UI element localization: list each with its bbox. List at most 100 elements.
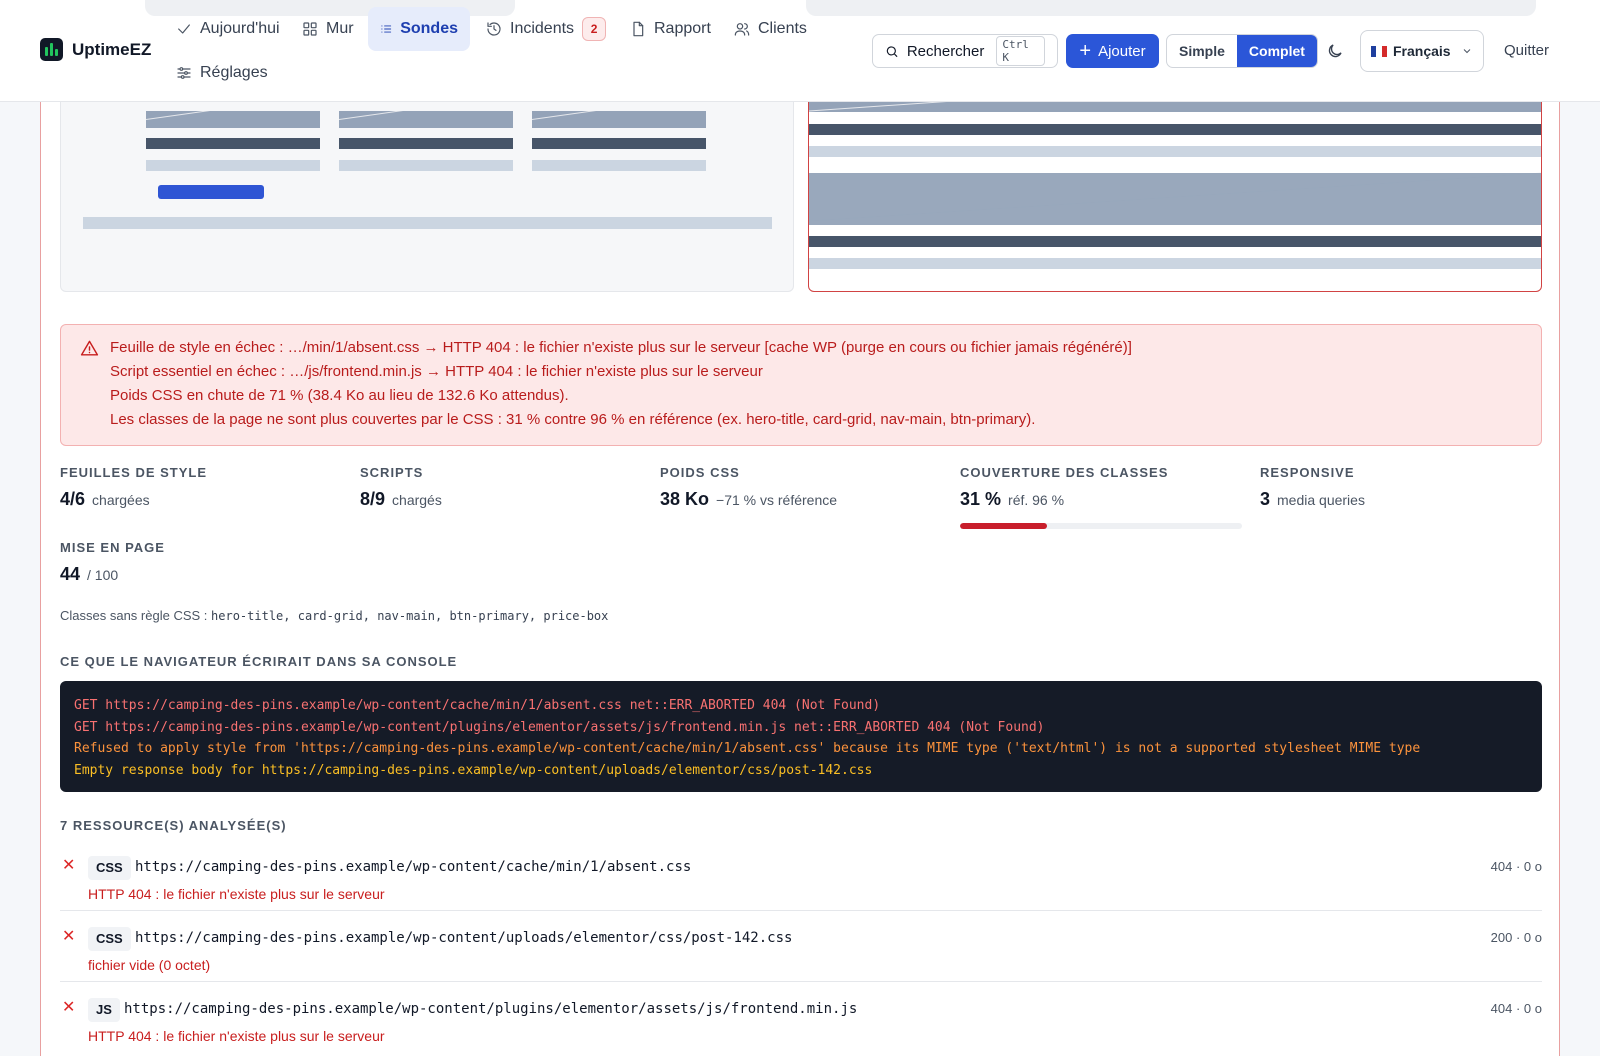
dark-mode-toggle[interactable] [1326,42,1344,60]
alert-line: Script essentiel en échec : …/js/fronten… [110,363,763,380]
search-icon [886,45,898,57]
quit-button[interactable]: Quitter [1504,42,1549,59]
console-line: Refused to apply style from 'https://cam… [74,741,1421,756]
nav-incidents[interactable]: Incidents 2 [474,7,618,51]
current-preview-broken [808,70,1542,292]
stat-value: 38 Ko [660,489,710,509]
history-icon [487,22,501,36]
coverage-bar [960,523,1242,529]
resource-row[interactable]: ✕ JS https://camping-des-pins.example/wp… [60,983,1542,1053]
alert-line: Les classes de la page ne sont plus couv… [110,411,1036,428]
resource-type-badge: JS [88,998,120,1022]
moon-icon [1328,44,1342,58]
stat-label: SCRIPTS [360,465,424,480]
console-output: GET https://camping-des-pins.example/wp-… [60,681,1542,792]
orphan-classes-label: Classes sans règle CSS : [60,608,208,623]
stat-label: COUVERTURE DES CLASSES [960,465,1169,480]
nav-clients[interactable]: Clients [722,7,819,51]
resource-url[interactable]: https://camping-des-pins.example/wp-cont… [135,930,792,946]
stat-coverage: COUVERTURE DES CLASSES 31 % réf. 96 % [960,465,1242,529]
console-title: CE QUE LE NAVIGATEUR ÉCRIRAIT DANS SA CO… [60,654,458,669]
resource-url[interactable]: https://camping-des-pins.example/wp-cont… [124,1001,857,1017]
nav-label: Sondes [400,20,458,37]
stat-suffix: / 100 [87,567,119,583]
resource-url[interactable]: https://camping-des-pins.example/wp-cont… [135,859,691,875]
nav-label: Aujourd'hui [200,20,280,37]
nav-settings[interactable]: Réglages [164,51,280,95]
nav-label: Rapport [654,20,711,37]
nav-probes[interactable]: Sondes [368,7,470,51]
stat-suffix: −71 % vs référence [716,492,838,508]
view-mode-toggle: Simple Complet [1166,34,1318,68]
error-x-icon: ✕ [62,928,76,945]
add-button[interactable]: + Ajouter [1066,34,1159,68]
reference-preview [60,70,794,292]
french-flag-icon [1371,45,1387,57]
resource-error: HTTP 404 : le fichier n'existe plus sur … [88,886,385,902]
brand[interactable]: UptimeEZ [40,38,151,61]
mock-button [158,185,264,199]
error-x-icon: ✕ [62,999,76,1016]
list-icon [381,25,392,33]
logo-icon [40,38,63,61]
incidents-count-badge: 2 [582,17,607,41]
probe-detail-panel: Feuille de style en échec : …/min/1/abse… [40,60,1560,1056]
nav-label: Mur [326,20,354,37]
plus-icon: + [1079,40,1092,62]
nav-report[interactable]: Rapport [618,7,723,51]
resource-row[interactable]: ✕ CSS https://camping-des-pins.example/w… [60,912,1542,982]
resource-error: HTTP 404 : le fichier n'existe plus sur … [88,1028,385,1044]
document-icon [633,21,644,37]
console-line: Empty response body for https://camping-… [74,762,873,778]
search-label: Rechercher [906,42,985,60]
stat-label: FEUILLES DE STYLE [60,465,208,480]
alert-line: Poids CSS en chute de 71 % (38.4 Ko au l… [110,387,569,404]
chevron-down-icon [1463,49,1471,54]
stat-value: 3 [1260,489,1271,509]
stat-suffix: media queries [1277,492,1365,508]
users-icon [734,23,750,36]
nav-wall[interactable]: Mur [290,7,366,51]
view-full-button[interactable]: Complet [1236,35,1317,67]
scrolled-content-shadow [806,0,1536,16]
view-simple-button[interactable]: Simple [1167,35,1237,67]
resource-meta: 404 · 0 o [1490,859,1542,874]
language-select[interactable]: Français [1360,30,1484,72]
orphan-classes: Classes sans règle CSS : hero-title, car… [60,608,608,623]
check-icon [178,24,190,34]
nav-label: Incidents [510,20,575,37]
resource-meta: 200 · 0 o [1490,930,1542,945]
stat-scripts: SCRIPTS 8/9 chargés [360,465,442,510]
search-button[interactable]: Rechercher Ctrl K [872,34,1058,68]
stat-label: MISE EN PAGE [60,540,165,555]
top-navigation-bar: UptimeEZ Aujourd'hui Mur Sondes Incident… [0,0,1600,102]
resource-error: fichier vide (0 octet) [88,957,211,973]
stat-stylesheets: FEUILLES DE STYLE 4/6 chargées [60,465,207,510]
console-line: GET https://camping-des-pins.example/wp-… [74,698,881,713]
failure-alert: Feuille de style en échec : …/min/1/abse… [60,324,1542,446]
stat-responsive: RESPONSIVE 3 media queries [1260,465,1365,510]
nav-today[interactable]: Aujourd'hui [164,7,292,51]
error-x-icon: ✕ [62,857,76,874]
stat-value: 4/6 [60,489,86,509]
stat-suffix: chargés [392,492,442,508]
resource-row[interactable]: ✕ CSS https://camping-des-pins.example/w… [60,841,1542,911]
warning-icon [80,339,99,358]
add-label: Ajouter [1098,42,1146,60]
console-line: GET https://camping-des-pins.example/wp-… [74,719,1045,735]
stat-suffix: réf. 96 % [1008,492,1065,508]
resource-meta: 404 · 0 o [1490,1001,1542,1016]
coverage-bar-fill [960,523,1048,529]
grid-icon [303,22,317,36]
search-shortcut: Ctrl K [996,36,1045,66]
resources-title: 7 RESSOURCE(S) ANALYSÉE(S) [60,818,287,833]
nav-label: Réglages [200,64,268,81]
stat-value: 44 [60,564,81,584]
stat-label: POIDS CSS [660,465,740,480]
resource-type-badge: CSS [88,927,131,951]
stat-css-weight: POIDS CSS 38 Ko −71 % vs référence [660,465,837,510]
stat-value: 8/9 [360,489,386,509]
nav-label: Clients [758,20,807,37]
brand-name: UptimeEZ [72,39,152,59]
stat-suffix: chargées [92,492,150,508]
